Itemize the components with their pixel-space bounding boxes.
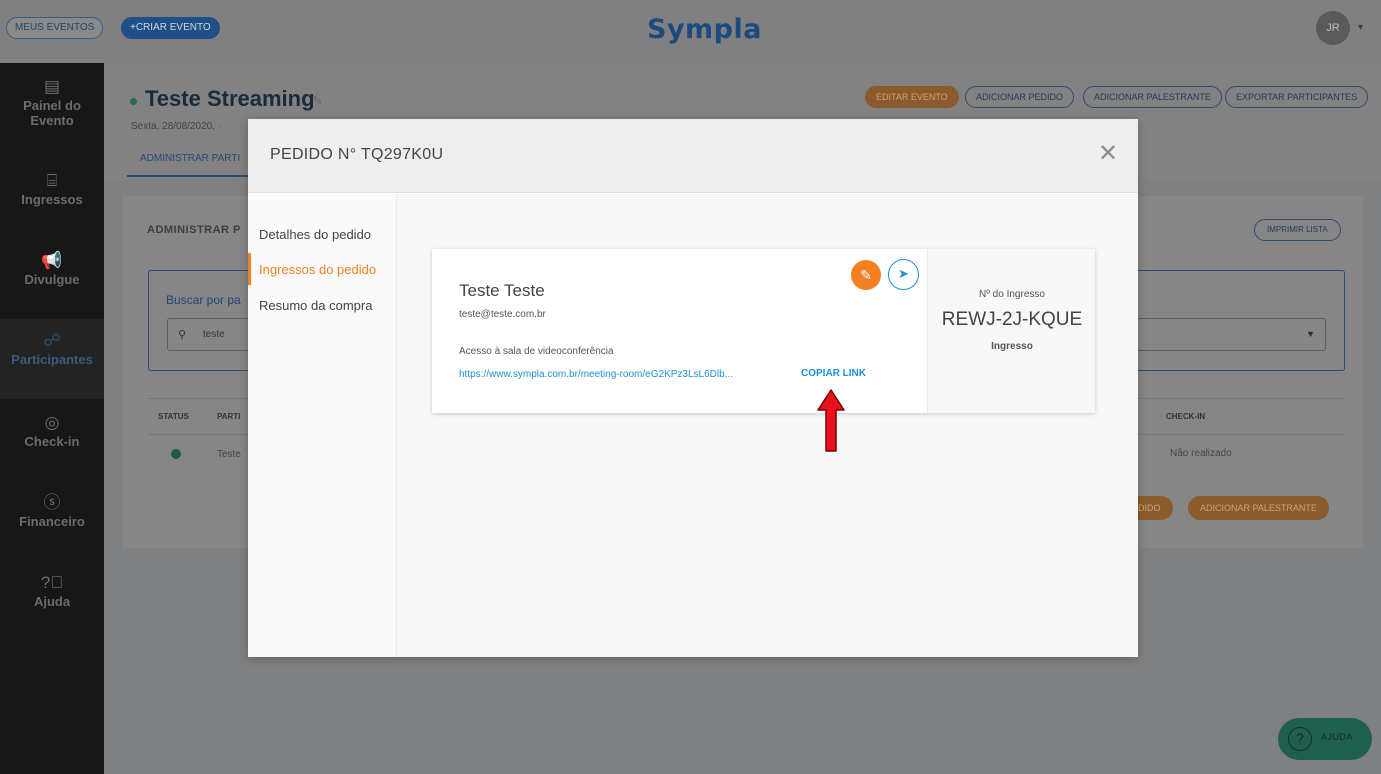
sidebar-item-help[interactable]: ?⃝ Ajuda bbox=[0, 573, 104, 609]
send-icon[interactable]: ➤ bbox=[888, 259, 919, 290]
sidebar-item-label: Painel do Evento bbox=[23, 98, 81, 128]
sidebar-item-label: Divulgue bbox=[24, 272, 80, 287]
tab-underline bbox=[127, 175, 257, 177]
sidebar-item-label: Ajuda bbox=[33, 594, 71, 609]
ticket-icon: ⌸ bbox=[46, 171, 58, 190]
sidebar-item-tickets[interactable]: ⌸ Ingressos bbox=[0, 171, 104, 207]
column-header-status: STATUS bbox=[158, 412, 189, 421]
ticket-type: Ingresso bbox=[991, 341, 1033, 352]
sidebar-item-label: Ingressos bbox=[21, 192, 83, 207]
my-events-button[interactable]: MEUS EVENTOS bbox=[6, 17, 104, 39]
add-speaker-button[interactable]: ADICIONAR PALESTRANTE bbox=[1083, 86, 1222, 108]
help-label: AJUDA bbox=[1321, 732, 1354, 742]
participant-name[interactable]: Teste bbox=[217, 449, 241, 460]
question-icon: ? bbox=[1288, 727, 1312, 751]
dollar-icon: ⓢ bbox=[43, 493, 61, 512]
edit-event-button[interactable]: EDITAR EVENTO bbox=[865, 86, 959, 108]
top-bar: MEUS EVENTOS +CRIAR EVENTO Sympla JR ▾ bbox=[0, 0, 1381, 63]
sidebar-item-promote[interactable]: 📢 Divulgue bbox=[0, 251, 104, 287]
edit-icon[interactable]: ✎ bbox=[312, 93, 323, 109]
sidebar-item-label: Participantes bbox=[11, 352, 93, 367]
status-indicator bbox=[171, 449, 181, 459]
sidebar-item-finance[interactable]: ⓢ Financeiro bbox=[0, 493, 104, 529]
search-input[interactable]: ⚲ teste bbox=[167, 318, 257, 351]
check-circle-icon: ◎ bbox=[44, 413, 60, 432]
copy-link-button[interactable]: COPIAR LINK bbox=[801, 368, 866, 379]
section-title: ADMINISTRAR P bbox=[147, 224, 241, 236]
search-label: Buscar por pa bbox=[166, 293, 241, 307]
attendee-name: Teste Teste bbox=[459, 281, 545, 300]
attendee-email: teste@teste.com.br bbox=[459, 309, 546, 320]
export-participants-button[interactable]: EXPORTAR PARTICIPANTES bbox=[1225, 86, 1369, 108]
print-list-button[interactable]: IMPRIMIR LISTA bbox=[1254, 219, 1341, 241]
meeting-room-link[interactable]: https://www.sympla.com.br/meeting-room/e… bbox=[459, 369, 771, 380]
checkin-status: Não realizado bbox=[1170, 448, 1232, 459]
active-indicator bbox=[248, 253, 251, 285]
access-label: Acesso à sala de videoconferência bbox=[459, 346, 614, 357]
tab-admin-participants[interactable]: ADMINISTRAR PARTI bbox=[140, 153, 240, 164]
megaphone-icon: 📢 bbox=[41, 251, 63, 270]
nav-order-tickets[interactable]: Ingressos do pedido bbox=[259, 262, 376, 277]
ticket-number: REWJ-2J-KQUE bbox=[941, 309, 1083, 330]
sidebar-item-dashboard[interactable]: ▤ Painel do Evento bbox=[0, 77, 104, 128]
dashboard-icon: ▤ bbox=[43, 77, 61, 96]
sympla-logo[interactable]: Sympla bbox=[647, 14, 762, 45]
sidebar: ▤ Painel do Evento ⌸ Ingressos 📢 Divulgu… bbox=[0, 63, 104, 774]
add-order-button[interactable]: ADICIONAR PEDIDO bbox=[965, 86, 1075, 108]
create-event-button[interactable]: +CRIAR EVENTO bbox=[121, 17, 220, 39]
nav-order-details[interactable]: Detalhes do pedido bbox=[259, 227, 371, 242]
ticket-card: Teste Teste teste@teste.com.br Acesso à … bbox=[432, 249, 1095, 413]
close-icon[interactable]: ✕ bbox=[1098, 139, 1118, 167]
sidebar-item-participants[interactable]: ☍ Participantes bbox=[0, 319, 104, 399]
add-speaker-bottom-button[interactable]: ADICIONAR PALESTRANTE bbox=[1188, 496, 1329, 520]
page-title: Teste Streaming bbox=[145, 86, 315, 111]
filter-select[interactable]: ▼ bbox=[1137, 318, 1326, 351]
sidebar-item-checkin[interactable]: ◎ Check-in bbox=[0, 413, 104, 449]
column-header-checkin: CHECK-IN bbox=[1166, 412, 1206, 421]
ticket-number-panel: Nº do Ingresso REWJ-2J-KQUE Ingresso bbox=[927, 249, 1095, 413]
annotation-arrow-icon bbox=[817, 389, 845, 452]
status-dot bbox=[130, 98, 137, 105]
modal-title: PEDIDO N° TQ297K0U bbox=[270, 146, 444, 163]
chevron-down-icon[interactable]: ▾ bbox=[1358, 22, 1363, 33]
event-date: Sexta, 28/08/2020, · bbox=[131, 121, 222, 132]
column-header-participant: PARTI bbox=[217, 412, 241, 421]
search-value: teste bbox=[203, 329, 225, 340]
ticket-number-label: Nº do Ingresso bbox=[979, 289, 1045, 300]
pencil-icon[interactable]: ✎ bbox=[851, 260, 881, 290]
search-icon: ⚲ bbox=[178, 329, 187, 341]
nav-purchase-summary[interactable]: Resumo da compra bbox=[259, 298, 372, 313]
sidebar-item-label: Financeiro bbox=[19, 514, 85, 529]
people-icon: ☍ bbox=[43, 331, 61, 350]
help-button[interactable]: ? AJUDA bbox=[1278, 718, 1372, 760]
avatar[interactable]: JR bbox=[1316, 11, 1350, 45]
question-icon: ?⃝ bbox=[40, 573, 64, 592]
sidebar-item-label: Check-in bbox=[24, 434, 80, 449]
modal-header: PEDIDO N° TQ297K0U ✕ bbox=[248, 119, 1138, 193]
chevron-down-icon: ▼ bbox=[1306, 329, 1315, 339]
